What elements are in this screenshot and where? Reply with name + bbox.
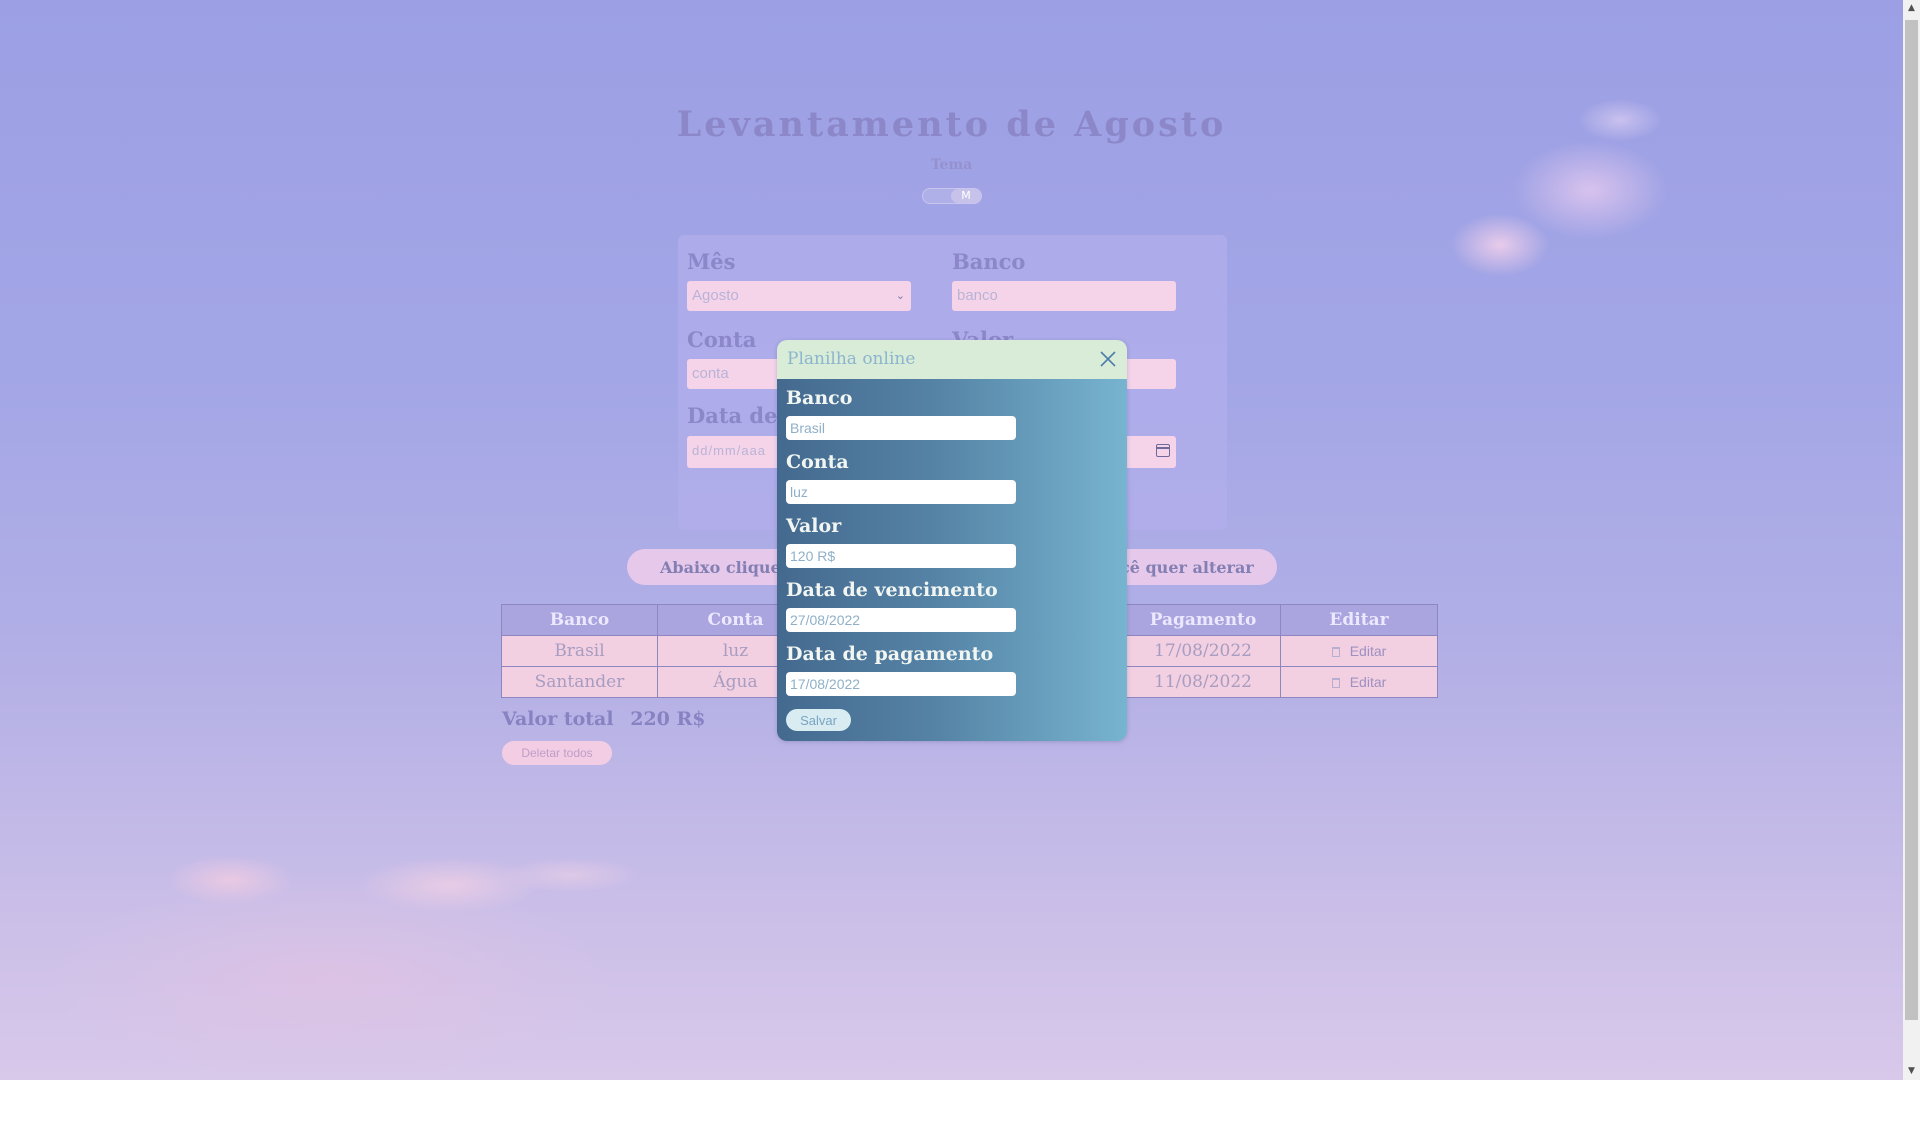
modal-due-date-label: Data de vencimento: [786, 579, 998, 601]
modal-account-input[interactable]: luz: [786, 480, 1016, 504]
calendar-icon[interactable]: [1156, 444, 1170, 457]
edit-button[interactable]: Editar: [1331, 643, 1387, 659]
cell-editar: Editar: [1280, 666, 1438, 698]
month-select-value: Agosto: [692, 287, 739, 304]
modal-title: Planilha online: [787, 349, 916, 369]
trash-icon[interactable]: [1331, 678, 1340, 688]
cell-editar: Editar: [1280, 635, 1438, 667]
header-pagamento: Pagamento: [1125, 604, 1281, 636]
trash-icon[interactable]: [1331, 647, 1340, 657]
header-banco: Banco: [501, 604, 658, 636]
hint-text-left: Abaixo clique: [660, 558, 781, 577]
page-title: Levantamento de Agosto: [676, 104, 1227, 145]
modal-value-label: Valor: [786, 515, 842, 537]
delete-all-button[interactable]: Deletar todos: [502, 741, 612, 765]
page-scrollbar[interactable]: ▲ ▼: [1903, 0, 1920, 1080]
theme-toggle[interactable]: M: [922, 188, 982, 204]
theme-toggle-knob[interactable]: M: [951, 189, 981, 203]
account-label: Conta: [687, 327, 757, 352]
header-editar: Editar: [1280, 604, 1438, 636]
modal-payment-date-input[interactable]: 17/08/2022: [786, 672, 1016, 696]
save-button[interactable]: Salvar: [786, 709, 851, 731]
edit-label[interactable]: Editar: [1350, 674, 1387, 690]
bank-label: Banco: [952, 249, 1026, 274]
hint-text-right: cê quer alterar: [1120, 558, 1254, 577]
month-select[interactable]: Agosto ⌄: [687, 281, 911, 311]
cell-pagamento: 11/08/2022: [1125, 666, 1281, 698]
close-icon[interactable]: [1097, 348, 1119, 370]
bank-input[interactable]: banco: [952, 281, 1176, 311]
page-background: Levantamento de Agosto Tema M Mês Agosto…: [0, 0, 1903, 1080]
cell-banco: Santander: [501, 666, 658, 698]
edit-label[interactable]: Editar: [1350, 643, 1387, 659]
scroll-up-icon[interactable]: ▲: [1903, 0, 1920, 17]
modal-due-date-input[interactable]: 27/08/2022: [786, 608, 1016, 632]
cell-pagamento: 17/08/2022: [1125, 635, 1281, 667]
edit-button[interactable]: Editar: [1331, 674, 1387, 690]
modal-payment-date-label: Data de pagamento: [786, 643, 994, 665]
modal-bank-label: Banco: [786, 387, 853, 409]
total-label: Valor total: [502, 708, 614, 730]
edit-modal: Planilha online Banco Brasil Conta luz V…: [777, 340, 1127, 741]
scrollbar-thumb[interactable]: [1905, 20, 1918, 1020]
chevron-down-icon: ⌄: [895, 290, 905, 302]
modal-header: Planilha online: [777, 340, 1127, 379]
theme-label: Tema: [930, 157, 973, 173]
cell-banco: Brasil: [501, 635, 658, 667]
month-label: Mês: [687, 249, 736, 274]
modal-account-label: Conta: [786, 451, 849, 473]
modal-body: Banco Brasil Conta luz Valor 120 R$ Data…: [777, 379, 1127, 741]
modal-value-input[interactable]: 120 R$: [786, 544, 1016, 568]
scroll-down-icon[interactable]: ▼: [1903, 1063, 1920, 1080]
total-row: Valor total 220 R$: [502, 708, 716, 730]
total-value: 220 R$: [630, 708, 706, 730]
modal-bank-input[interactable]: Brasil: [786, 416, 1016, 440]
close-button[interactable]: [1097, 348, 1119, 370]
